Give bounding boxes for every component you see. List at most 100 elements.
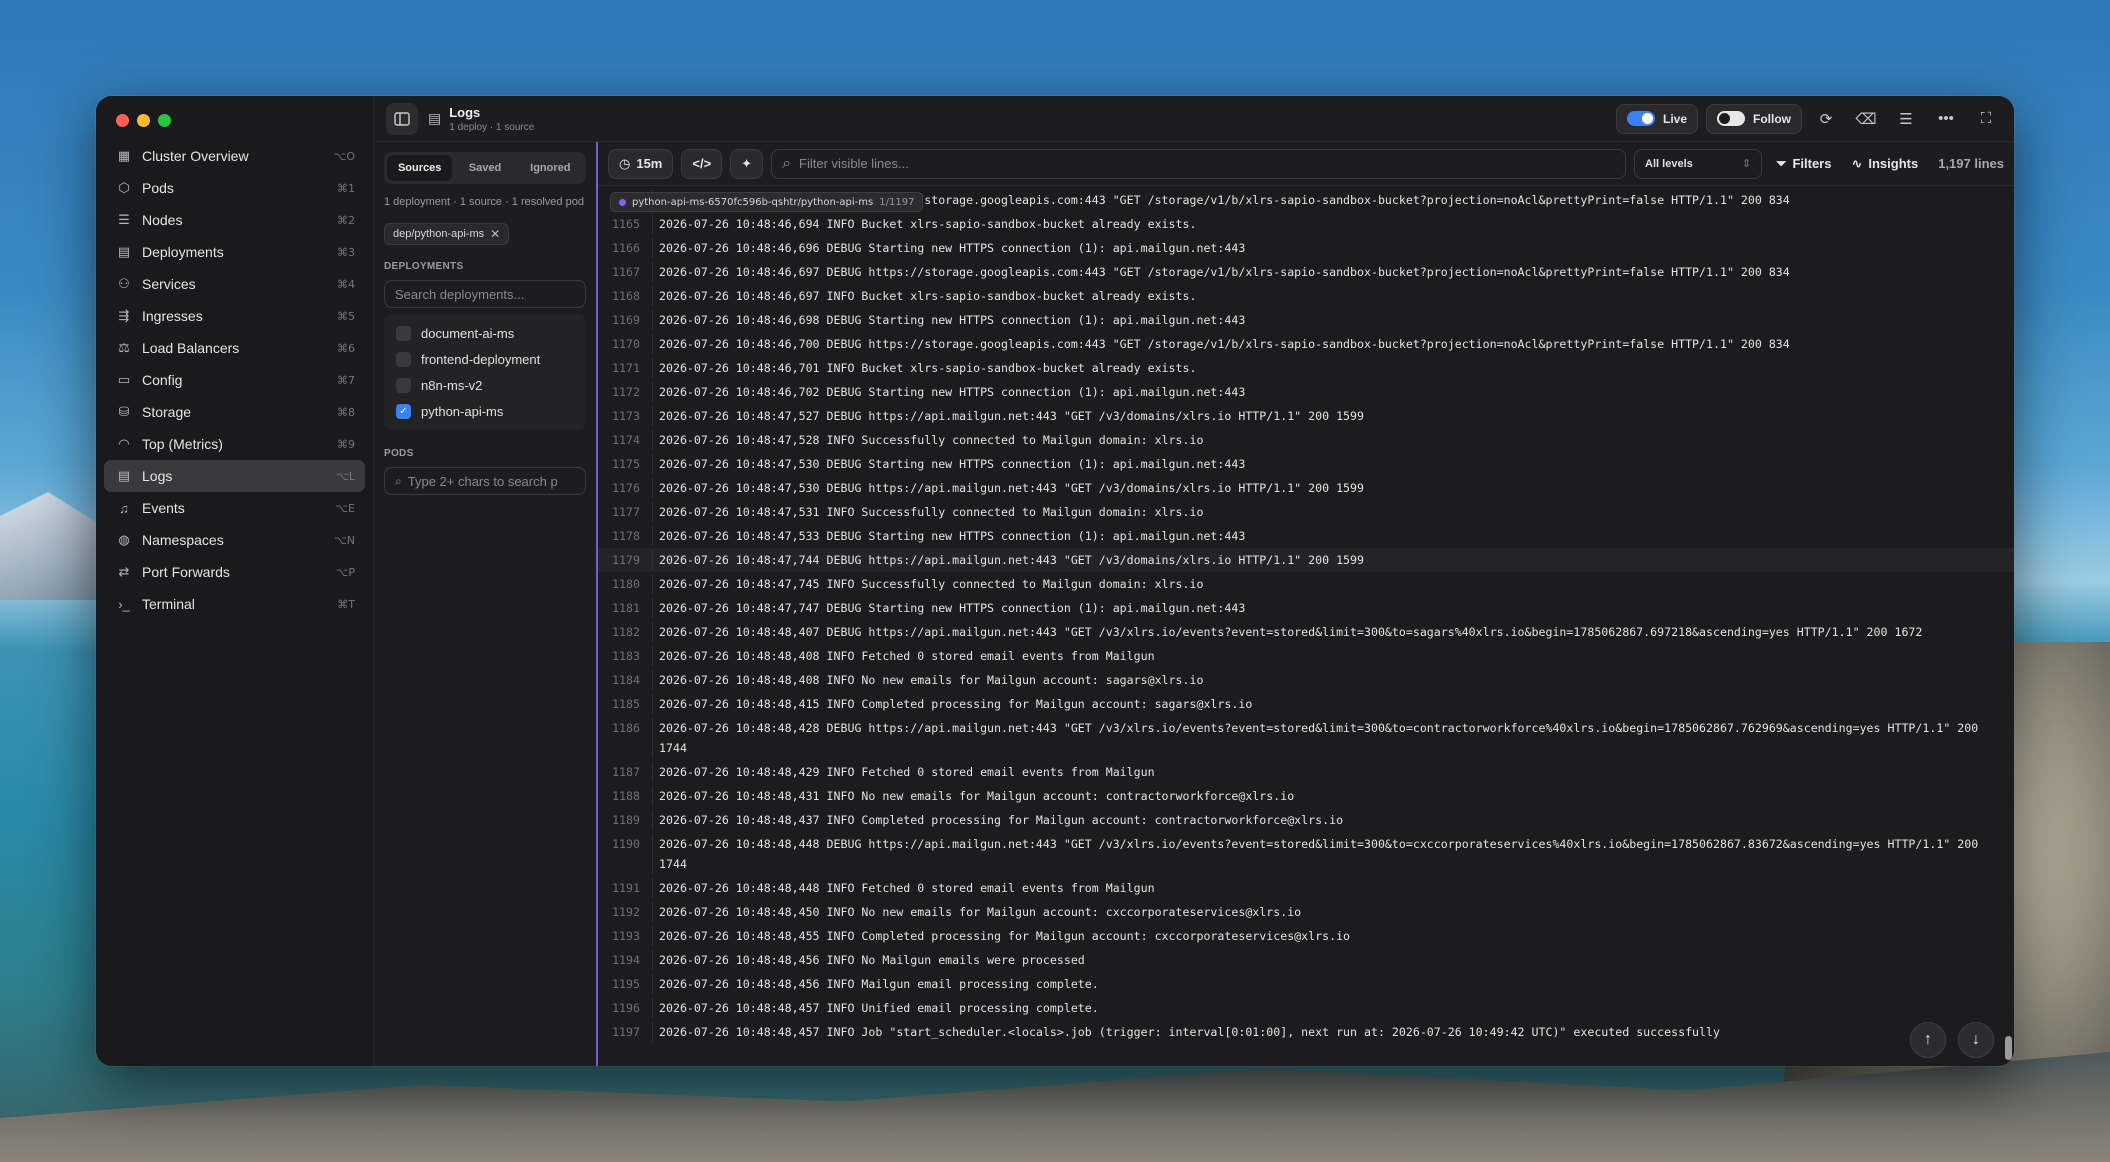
log-line[interactable]: 1166 2026-07-26 10:48:46,696 DEBUG Starti…: [598, 236, 2014, 260]
close-window-button[interactable]: [116, 113, 129, 127]
sidebar-item-deployments[interactable]: ▤ Deployments ⌘3: [104, 236, 365, 268]
log-line[interactable]: 1168 2026-07-26 10:48:46,697 INFO Bucket …: [598, 284, 2014, 308]
log-line-text: 2026-07-26 10:48:48,428 DEBUG https://ap…: [652, 718, 2014, 758]
log-line[interactable]: 1173 2026-07-26 10:48:47,527 DEBUG https:…: [598, 404, 2014, 428]
sidebar-toggle-button[interactable]: [386, 102, 418, 135]
sidebar-item-terminal[interactable]: ›_ Terminal ⌘T: [104, 588, 365, 620]
log-line[interactable]: 1179 2026-07-26 10:48:47,744 DEBUG https:…: [598, 548, 2014, 572]
log-line[interactable]: 1169 2026-07-26 10:48:46,698 DEBUG Starti…: [598, 308, 2014, 332]
storage-icon: ⛁: [118, 404, 130, 419]
log-line[interactable]: 1195 2026-07-26 10:48:48,456 INFO Mailgun…: [598, 972, 2014, 996]
scroll-top-button[interactable]: ↑: [1910, 1022, 1946, 1058]
pods-search-input[interactable]: [407, 473, 575, 489]
deployment-item[interactable]: document-ai-ms: [388, 320, 582, 346]
tab-saved[interactable]: Saved: [452, 155, 517, 181]
sidebar-item-port-forwards[interactable]: ⇄ Port Forwards ⌥P: [104, 556, 365, 588]
deployments-search[interactable]: [384, 280, 586, 308]
log-line[interactable]: 1172 2026-07-26 10:48:46,702 DEBUG Starti…: [598, 380, 2014, 404]
clear-button[interactable]: ⌫: [1850, 104, 1882, 134]
minimize-window-button[interactable]: [137, 113, 150, 127]
log-line[interactable]: 1181 2026-07-26 10:48:47,747 DEBUG Starti…: [598, 596, 2014, 620]
deployments-search-input[interactable]: [395, 286, 575, 302]
log-line[interactable]: 1165 2026-07-26 10:48:46,694 INFO Bucket …: [598, 212, 2014, 236]
sidebar-item-ingresses[interactable]: ⇶ Ingresses ⌘5: [104, 300, 365, 332]
log-line[interactable]: 1171 2026-07-26 10:48:46,701 INFO Bucket …: [598, 356, 2014, 380]
sidebar-item-load-balancers[interactable]: ⚖ Load Balancers ⌘6: [104, 332, 365, 364]
log-line[interactable]: 1194 2026-07-26 10:48:48,456 INFO No Mail…: [598, 948, 2014, 972]
arrows-icon: ⇄: [118, 564, 130, 579]
sidebar-item-storage[interactable]: ⛁ Storage ⌘8: [104, 396, 365, 428]
source-chip[interactable]: dep/python-api-ms ✕: [384, 223, 510, 245]
deployment-checkbox[interactable]: [396, 377, 411, 393]
log-line[interactable]: 1189 2026-07-26 10:48:48,437 INFO Complet…: [598, 808, 2014, 832]
fullscreen-button[interactable]: ⛶: [1970, 104, 2002, 134]
sidebar-item-events[interactable]: ♫ Events ⌥E: [104, 492, 365, 524]
log-line[interactable]: 1191 2026-07-26 10:48:48,448 INFO Fetched…: [598, 876, 2014, 900]
insights-button[interactable]: ∿ Insights: [1845, 156, 1924, 172]
sidebar-item-namespaces[interactable]: ◍ Namespaces ⌥N: [104, 524, 365, 556]
scrollbar[interactable]: [2004, 186, 2012, 1066]
log-line-text: 2026-07-26 10:48:46,702 DEBUG Starting n…: [652, 382, 1271, 402]
log-line[interactable]: 1180 2026-07-26 10:48:47,745 INFO Success…: [598, 572, 2014, 596]
log-line[interactable]: 1170 2026-07-26 10:48:46,700 DEBUG https:…: [598, 332, 2014, 356]
deployment-item[interactable]: ✓ python-api-ms: [388, 398, 582, 424]
log-line[interactable]: 1176 2026-07-26 10:48:47,530 DEBUG https:…: [598, 476, 2014, 500]
sidebar-item-services[interactable]: ⚇ Services ⌘4: [104, 268, 365, 300]
deployment-item[interactable]: n8n-ms-v2: [388, 372, 582, 398]
log-line[interactable]: 1193 2026-07-26 10:48:48,455 INFO Complet…: [598, 924, 2014, 948]
log-line[interactable]: 1188 2026-07-26 10:48:48,431 INFO No new …: [598, 784, 2014, 808]
filter-input[interactable]: [799, 156, 1616, 171]
log-viewer[interactable]: python-api-ms-6570fc596b-qshtr/python-ap…: [598, 186, 2014, 1066]
scroll-bottom-button[interactable]: ↓: [1958, 1022, 1994, 1058]
sidebar-item-cluster-overview[interactable]: ▦ Cluster Overview ⌥O: [104, 140, 365, 172]
log-line[interactable]: 1177 2026-07-26 10:48:47,531 INFO Success…: [598, 500, 2014, 524]
log-line[interactable]: 1187 2026-07-26 10:48:48,429 INFO Fetched…: [598, 760, 2014, 784]
sidebar-item-config[interactable]: ▭ Config ⌘7: [104, 364, 365, 396]
log-line-text: 2026-07-26 10:48:46,698 DEBUG Starting n…: [652, 310, 1271, 330]
code-view-button[interactable]: </>: [681, 148, 723, 179]
log-line[interactable]: 1190 2026-07-26 10:48:48,448 DEBUG https:…: [598, 832, 2014, 876]
close-icon[interactable]: ✕: [490, 227, 500, 241]
log-line[interactable]: 1175 2026-07-26 10:48:47,530 DEBUG Starti…: [598, 452, 2014, 476]
log-line-number: 1181: [612, 601, 640, 615]
scrollbar-thumb[interactable]: [2005, 1036, 2012, 1060]
more-button[interactable]: •••: [1930, 104, 1962, 134]
deployment-checkbox[interactable]: [396, 351, 411, 367]
log-line[interactable]: 1178 2026-07-26 10:48:47,533 DEBUG Starti…: [598, 524, 2014, 548]
log-line[interactable]: 1174 2026-07-26 10:48:47,528 INFO Success…: [598, 428, 2014, 452]
sidebar-item-nodes[interactable]: ☰ Nodes ⌘2: [104, 204, 365, 236]
log-line[interactable]: 1185 2026-07-26 10:48:48,415 INFO Complet…: [598, 692, 2014, 716]
log-line[interactable]: 1196 2026-07-26 10:48:48,457 INFO Unified…: [598, 996, 2014, 1020]
tab-sources[interactable]: Sources: [387, 155, 453, 181]
file-icon: ▭: [117, 372, 131, 387]
levels-select[interactable]: All levels ⇕: [1634, 148, 1763, 179]
live-toggle[interactable]: Live: [1615, 103, 1698, 134]
log-line-number: 1168: [612, 289, 640, 303]
refresh-button[interactable]: ⟳: [1810, 104, 1842, 134]
deployment-checkbox[interactable]: ✓: [396, 403, 411, 419]
log-line[interactable]: 1192 2026-07-26 10:48:48,450 INFO No new …: [598, 900, 2014, 924]
log-line[interactable]: 1182 2026-07-26 10:48:48,407 DEBUG https:…: [598, 620, 2014, 644]
filter-field[interactable]: ⌕: [771, 148, 1627, 179]
ai-button[interactable]: ✦: [730, 148, 764, 179]
sidebar-item-logs[interactable]: ▤ Logs ⌥L: [104, 460, 365, 492]
follow-switch[interactable]: [1717, 111, 1745, 126]
sidebar-item-label: Terminal: [142, 596, 195, 612]
deployment-checkbox[interactable]: [396, 325, 411, 341]
log-line[interactable]: 1186 2026-07-26 10:48:48,428 DEBUG https:…: [598, 716, 2014, 760]
log-line[interactable]: 1167 2026-07-26 10:48:46,697 DEBUG https:…: [598, 260, 2014, 284]
log-line[interactable]: 1183 2026-07-26 10:48:48,408 INFO Fetched…: [598, 644, 2014, 668]
live-switch[interactable]: [1626, 111, 1655, 126]
pods-search[interactable]: ⌕: [384, 467, 586, 495]
sidebar-item-pods[interactable]: ⬡ Pods ⌘1: [104, 172, 365, 204]
time-range-button[interactable]: ◷ 15m: [608, 148, 674, 179]
filters-button[interactable]: ⏷ Filters: [1770, 156, 1837, 172]
log-line[interactable]: 1184 2026-07-26 10:48:48,408 INFO No new …: [598, 668, 2014, 692]
zoom-window-button[interactable]: [158, 113, 171, 127]
settings-button[interactable]: ☰: [1890, 104, 1922, 134]
log-line[interactable]: 1197 2026-07-26 10:48:48,457 INFO Job "st…: [598, 1020, 2014, 1044]
deployment-item[interactable]: frontend-deployment: [388, 346, 582, 372]
follow-toggle[interactable]: Follow: [1706, 103, 1802, 134]
tab-ignored[interactable]: Ignored: [518, 155, 583, 181]
sidebar-item-top-metrics[interactable]: ◠ Top (Metrics) ⌘9: [104, 428, 365, 460]
